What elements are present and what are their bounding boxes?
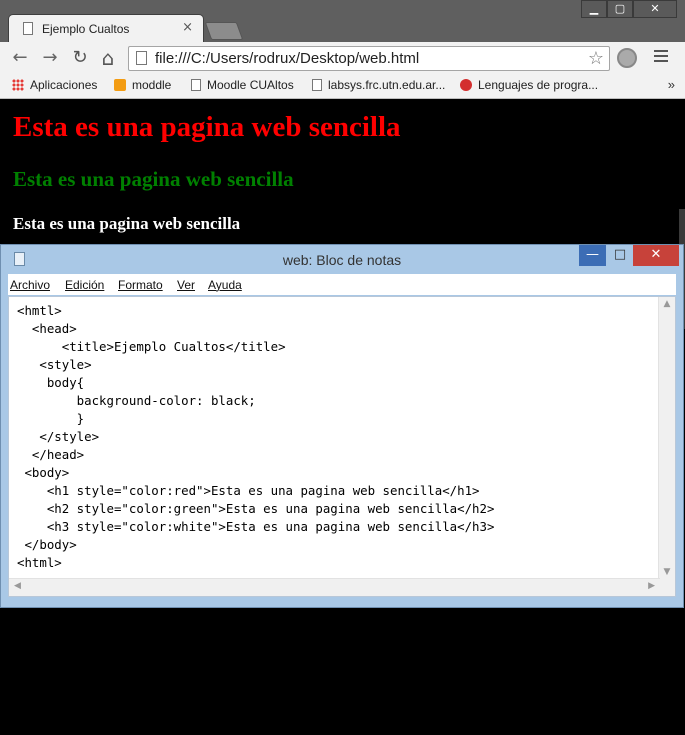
menu-ayuda[interactable]: Ayuda — [208, 278, 242, 292]
scroll-up-icon[interactable]: ▲ — [659, 299, 675, 309]
forward-arrow-icon[interactable]: → — [38, 46, 62, 70]
menu-icon[interactable] — [654, 50, 668, 65]
page-icon — [136, 51, 147, 65]
bookmark-labsys[interactable]: labsys.frc.utn.edu.ar... — [312, 78, 445, 92]
notepad-maximize-button[interactable]: □ — [607, 245, 633, 266]
bookmark-label: Moodle CUAltos — [207, 78, 294, 92]
apps-grid-icon — [12, 79, 24, 91]
resize-grip-icon[interactable] — [659, 579, 675, 596]
bookmark-label: Lenguajes de progra... — [478, 78, 599, 92]
bookmark-moodle-cualtos[interactable]: Moodle CUAltos — [191, 78, 294, 92]
menu-edicion[interactable]: Edición — [65, 278, 104, 292]
bookmark-label: labsys.frc.utn.edu.ar... — [328, 78, 446, 92]
scroll-down-icon[interactable]: ▼ — [659, 567, 675, 577]
minimize-button[interactable]: ▁ — [581, 0, 607, 18]
bookmarks-bar: Aplicaciones moddle Moodle CUAltos labsy… — [0, 74, 685, 99]
bookmark-label: Aplicaciones — [30, 78, 98, 92]
notepad-window: web: Bloc de notas — □ ✕ Archivo Edición… — [0, 244, 684, 608]
editor-text[interactable]: <hmtl> <head> <title>Ejemplo Cualtos</ti… — [17, 302, 494, 572]
heading-white: Esta es una pagina web sencilla — [13, 214, 241, 233]
quora-icon — [460, 79, 472, 91]
scroll-left-icon[interactable]: ◀ — [14, 581, 21, 591]
page-icon — [191, 79, 201, 91]
address-bar[interactable]: file:///C:/Users/rodrux/Desktop/web.html… — [128, 46, 610, 71]
notepad-menubar: Archivo Edición Formato Ver Ayuda — [8, 274, 676, 295]
moodle-icon — [114, 79, 126, 91]
notepad-titlebar[interactable]: web: Bloc de notas — □ ✕ — [1, 245, 683, 273]
tab-close-icon[interactable]: × — [182, 20, 193, 35]
window-controls: ▁ ▢ ✕ — [581, 0, 677, 18]
bookmark-lenguajes[interactable]: Lenguajes de progra... — [460, 78, 598, 92]
horizontal-scrollbar[interactable]: ◀ ▶ — [9, 578, 660, 596]
close-window-button[interactable]: ✕ — [633, 0, 677, 18]
heading-red: Esta es una pagina web sencilla — [13, 111, 401, 143]
bookmark-star-icon[interactable]: ☆ — [588, 48, 604, 69]
menu-archivo[interactable]: Archivo — [10, 278, 50, 292]
back-arrow-icon[interactable]: ← — [8, 46, 32, 70]
more-bookmarks-icon[interactable]: » — [668, 77, 675, 92]
extension-icon[interactable] — [617, 48, 637, 68]
bookmark-moddle[interactable]: moddle — [114, 78, 171, 92]
bookmark-label: moddle — [132, 78, 172, 92]
browser-tab[interactable]: Ejemplo Cualtos × — [8, 14, 204, 42]
menu-formato[interactable]: Formato — [118, 278, 163, 292]
notepad-minimize-button[interactable]: — — [579, 245, 606, 266]
bookmark-aplicaciones[interactable]: Aplicaciones — [12, 78, 97, 92]
new-tab-button[interactable] — [204, 22, 244, 40]
vertical-scrollbar[interactable]: ▲ ▼ — [658, 297, 675, 579]
page-icon — [312, 79, 322, 91]
page-icon — [23, 22, 33, 35]
notepad-editor[interactable]: <hmtl> <head> <title>Ejemplo Cualtos</ti… — [8, 296, 676, 597]
scroll-right-icon[interactable]: ▶ — [648, 581, 655, 591]
heading-green: Esta es una pagina web sencilla — [13, 167, 294, 191]
url-text[interactable]: file:///C:/Users/rodrux/Desktop/web.html — [155, 50, 419, 67]
menu-ver[interactable]: Ver — [177, 278, 195, 292]
notepad-close-button[interactable]: ✕ — [633, 245, 679, 266]
tab-title: Ejemplo Cualtos — [42, 22, 130, 36]
home-icon[interactable]: ⌂ — [96, 46, 120, 70]
maximize-button[interactable]: ▢ — [607, 0, 633, 18]
browser-toolbar: ← → ↻ ⌂ file:///C:/Users/rodrux/Desktop/… — [0, 42, 685, 74]
reload-icon[interactable]: ↻ — [68, 46, 92, 70]
